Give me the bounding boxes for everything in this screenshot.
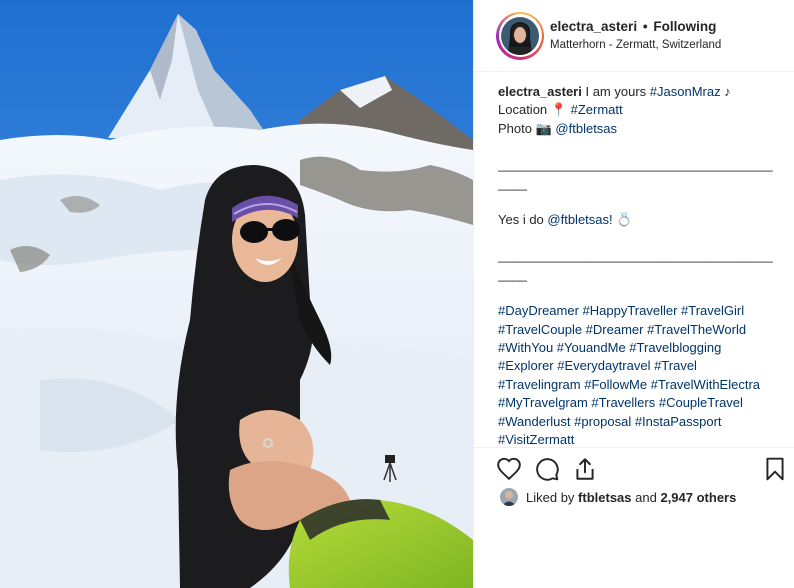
hashtag-list[interactable]: #DayDreamer #HappyTraveller #TravelGirl … bbox=[498, 302, 778, 445]
hashtag-link[interactable]: #JasonMraz bbox=[650, 84, 721, 99]
caption-username[interactable]: electra_asteri bbox=[498, 84, 582, 99]
caption-text: Yes i do bbox=[498, 212, 544, 228]
action-bar bbox=[474, 447, 794, 485]
post-sidebar: electra_asteri • Following Matterhorn - … bbox=[473, 0, 794, 588]
following-button[interactable]: Following bbox=[653, 19, 716, 34]
mention-link[interactable]: @ftbletsas bbox=[555, 121, 617, 136]
location-label: Location bbox=[498, 102, 548, 118]
hashtag-link[interactable]: #Zermatt bbox=[571, 102, 623, 117]
ring-icon: 💍 bbox=[616, 212, 633, 228]
header-separator: • bbox=[642, 18, 648, 34]
avatar-icon[interactable] bbox=[501, 16, 539, 55]
liked-by-label: Liked by bbox=[526, 489, 575, 505]
likes-summary: Liked by ftbletsas and 2,947 others bbox=[500, 488, 736, 506]
pin-icon: 📍 bbox=[550, 102, 567, 118]
caption-text: I am yours bbox=[585, 84, 647, 99]
post-header: electra_asteri • Following Matterhorn - … bbox=[474, 0, 794, 72]
story-ring[interactable] bbox=[496, 11, 544, 60]
likes-count-link[interactable]: 2,947 others bbox=[660, 490, 736, 505]
post-caption: electra_asteri I am yours #JasonMraz ♪ L… bbox=[498, 83, 778, 445]
bookmark-icon[interactable] bbox=[762, 456, 788, 482]
caption-separator: ________________________________________… bbox=[498, 157, 773, 191]
heart-icon[interactable] bbox=[496, 456, 522, 482]
share-icon[interactable] bbox=[572, 456, 598, 482]
location-link[interactable]: Matterhorn - Zermatt, Switzerland bbox=[550, 38, 721, 53]
post-photo[interactable] bbox=[0, 0, 473, 588]
liker-username-link[interactable]: ftbletsas bbox=[578, 490, 631, 505]
photo-label: Photo bbox=[498, 120, 532, 136]
likes-and-label: and bbox=[635, 489, 657, 505]
matterhorn-photo bbox=[0, 0, 473, 588]
caption-separator: ________________________________________… bbox=[498, 248, 773, 282]
username-link[interactable]: electra_asteri bbox=[550, 19, 637, 34]
mention-link[interactable]: @ftbletsas! bbox=[547, 212, 612, 227]
instagram-post: electra_asteri • Following Matterhorn - … bbox=[0, 0, 794, 588]
liker-avatar-icon[interactable] bbox=[500, 488, 518, 506]
music-note-icon: ♪ bbox=[724, 84, 731, 99]
comment-icon[interactable] bbox=[534, 456, 560, 482]
camera-icon: 📷 bbox=[535, 120, 552, 136]
